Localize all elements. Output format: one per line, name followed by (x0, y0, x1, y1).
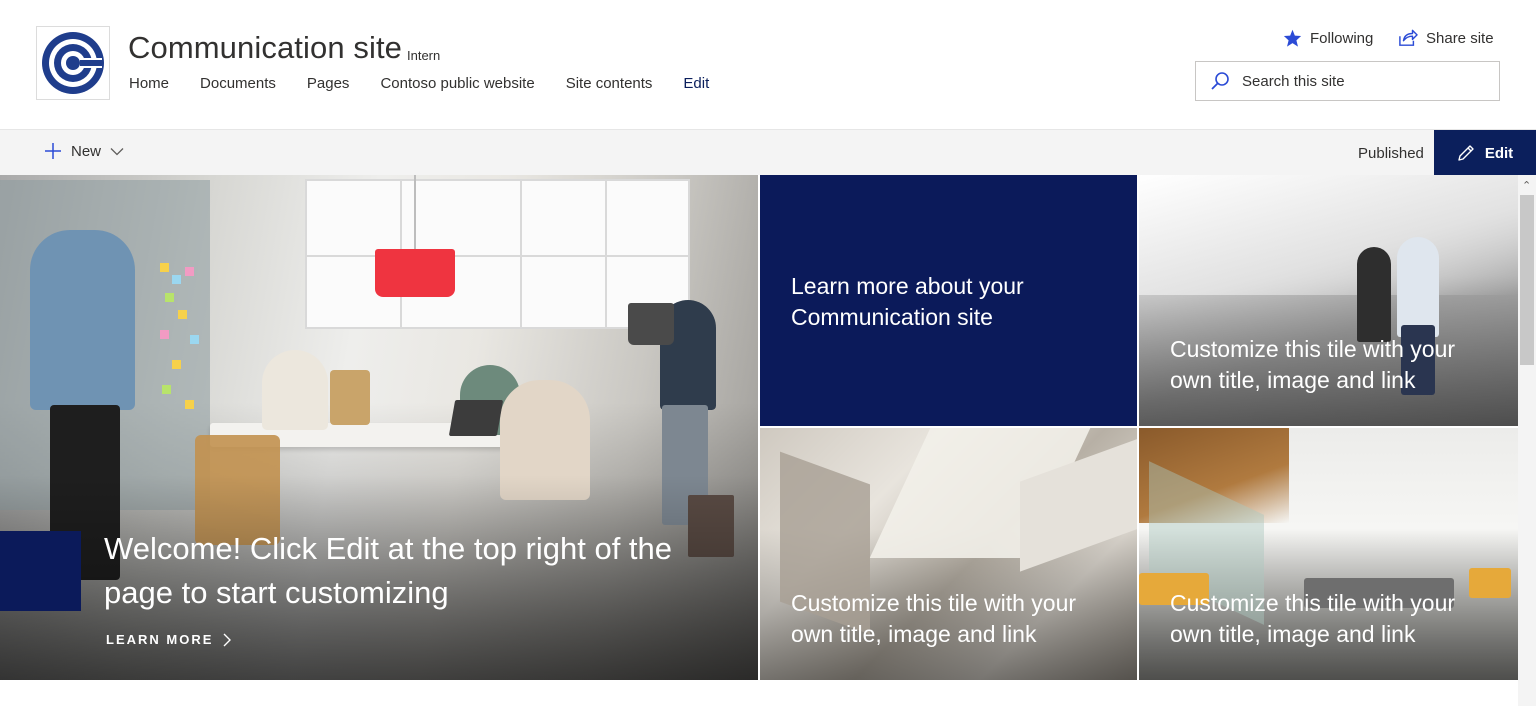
laptop (448, 400, 504, 436)
chevron-right-icon (223, 633, 232, 646)
sticky-note (185, 400, 194, 409)
hero-tile-learn-more[interactable]: Learn more about your Communication site (760, 175, 1137, 426)
hero-main-title: Welcome! Click Edit at the top right of … (104, 531, 673, 610)
new-label: New (71, 142, 102, 160)
plus-icon (45, 143, 61, 159)
sticky-note (172, 360, 181, 369)
site-classification-badge: Intern (407, 48, 441, 63)
window-frame (520, 179, 522, 329)
learn-more-link[interactable]: LEARN MORE (106, 632, 232, 647)
edit-label: Edit (1484, 144, 1514, 162)
sticky-note (190, 335, 199, 344)
person-man (1397, 237, 1439, 337)
scroll-thumb[interactable] (1520, 195, 1534, 365)
person-woman (1357, 247, 1391, 342)
sticky-note (178, 310, 187, 319)
hero-web-part: Welcome! Click Edit at the top right of … (0, 175, 1518, 680)
learn-more-label: LEARN MORE (106, 632, 214, 647)
hero-tile-customize-1[interactable]: Customize this tile with your own title,… (1139, 175, 1518, 426)
sticky-note (172, 275, 181, 284)
wooden-chair (330, 370, 370, 425)
chevron-down-icon (110, 147, 124, 155)
sticky-note (160, 330, 169, 339)
scroll-up-arrow-icon[interactable]: ⌃ (1522, 179, 1531, 192)
sticky-note (185, 267, 194, 276)
person-seated (262, 350, 328, 430)
hero-tile-title: Customize this tile with your own title,… (1170, 590, 1456, 647)
sticky-note (165, 293, 174, 302)
site-title[interactable]: Communication site (128, 30, 402, 66)
page-status: Published (1358, 145, 1424, 162)
person-standing-left (30, 230, 135, 410)
edit-page-button[interactable]: Edit (1434, 130, 1536, 176)
red-lamp (375, 249, 455, 297)
pencil-icon (1458, 145, 1474, 161)
nav-item-pages[interactable]: Pages (307, 75, 350, 92)
hero-tile-title: Learn more about your Communication site (791, 273, 1024, 330)
site-logo[interactable] (36, 26, 110, 100)
share-site-button[interactable]: Share site (1398, 29, 1494, 47)
search-input[interactable] (1242, 72, 1482, 90)
star-icon (1283, 29, 1302, 47)
sticky-note (160, 263, 169, 272)
share-icon (1399, 29, 1418, 46)
floor-lamp (628, 303, 674, 345)
window-frame (305, 255, 690, 257)
site-navigation: Home Documents Pages Contoso public webs… (129, 75, 740, 92)
nav-item-site-contents[interactable]: Site contents (566, 75, 653, 92)
nav-item-documents[interactable]: Documents (200, 75, 276, 92)
hero-tile-title: Customize this tile with your own title,… (1170, 336, 1456, 393)
hero-tile-title: Customize this tile with your own title,… (791, 590, 1077, 647)
lamp-cord (414, 175, 416, 249)
new-button[interactable]: New (44, 142, 124, 160)
following-button[interactable]: Following (1283, 29, 1373, 47)
sticky-note (162, 385, 171, 394)
page-scrollbar[interactable]: ⌃ (1518, 175, 1536, 706)
site-header: Communication site Intern Home Documents… (0, 0, 1536, 129)
window-frame (605, 179, 607, 329)
hero-accent-block (0, 531, 81, 611)
hero-tile-customize-3[interactable]: Customize this tile with your own title,… (1139, 428, 1518, 680)
communication-site-logo-icon (42, 32, 104, 94)
hero-main-tile[interactable]: Welcome! Click Edit at the top right of … (0, 175, 758, 680)
nav-edit-link[interactable]: Edit (683, 75, 709, 92)
stair-railing (1139, 175, 1518, 295)
hero-tile-customize-2[interactable]: Customize this tile with your own title,… (760, 428, 1137, 680)
nav-item-home[interactable]: Home (129, 75, 169, 92)
following-label: Following (1310, 29, 1374, 47)
search-box[interactable] (1195, 61, 1500, 101)
share-site-label: Share site (1426, 29, 1494, 47)
search-icon (1211, 72, 1229, 90)
nav-item-contoso-public-website[interactable]: Contoso public website (380, 75, 534, 92)
command-bar: New Published Edit (0, 129, 1536, 176)
